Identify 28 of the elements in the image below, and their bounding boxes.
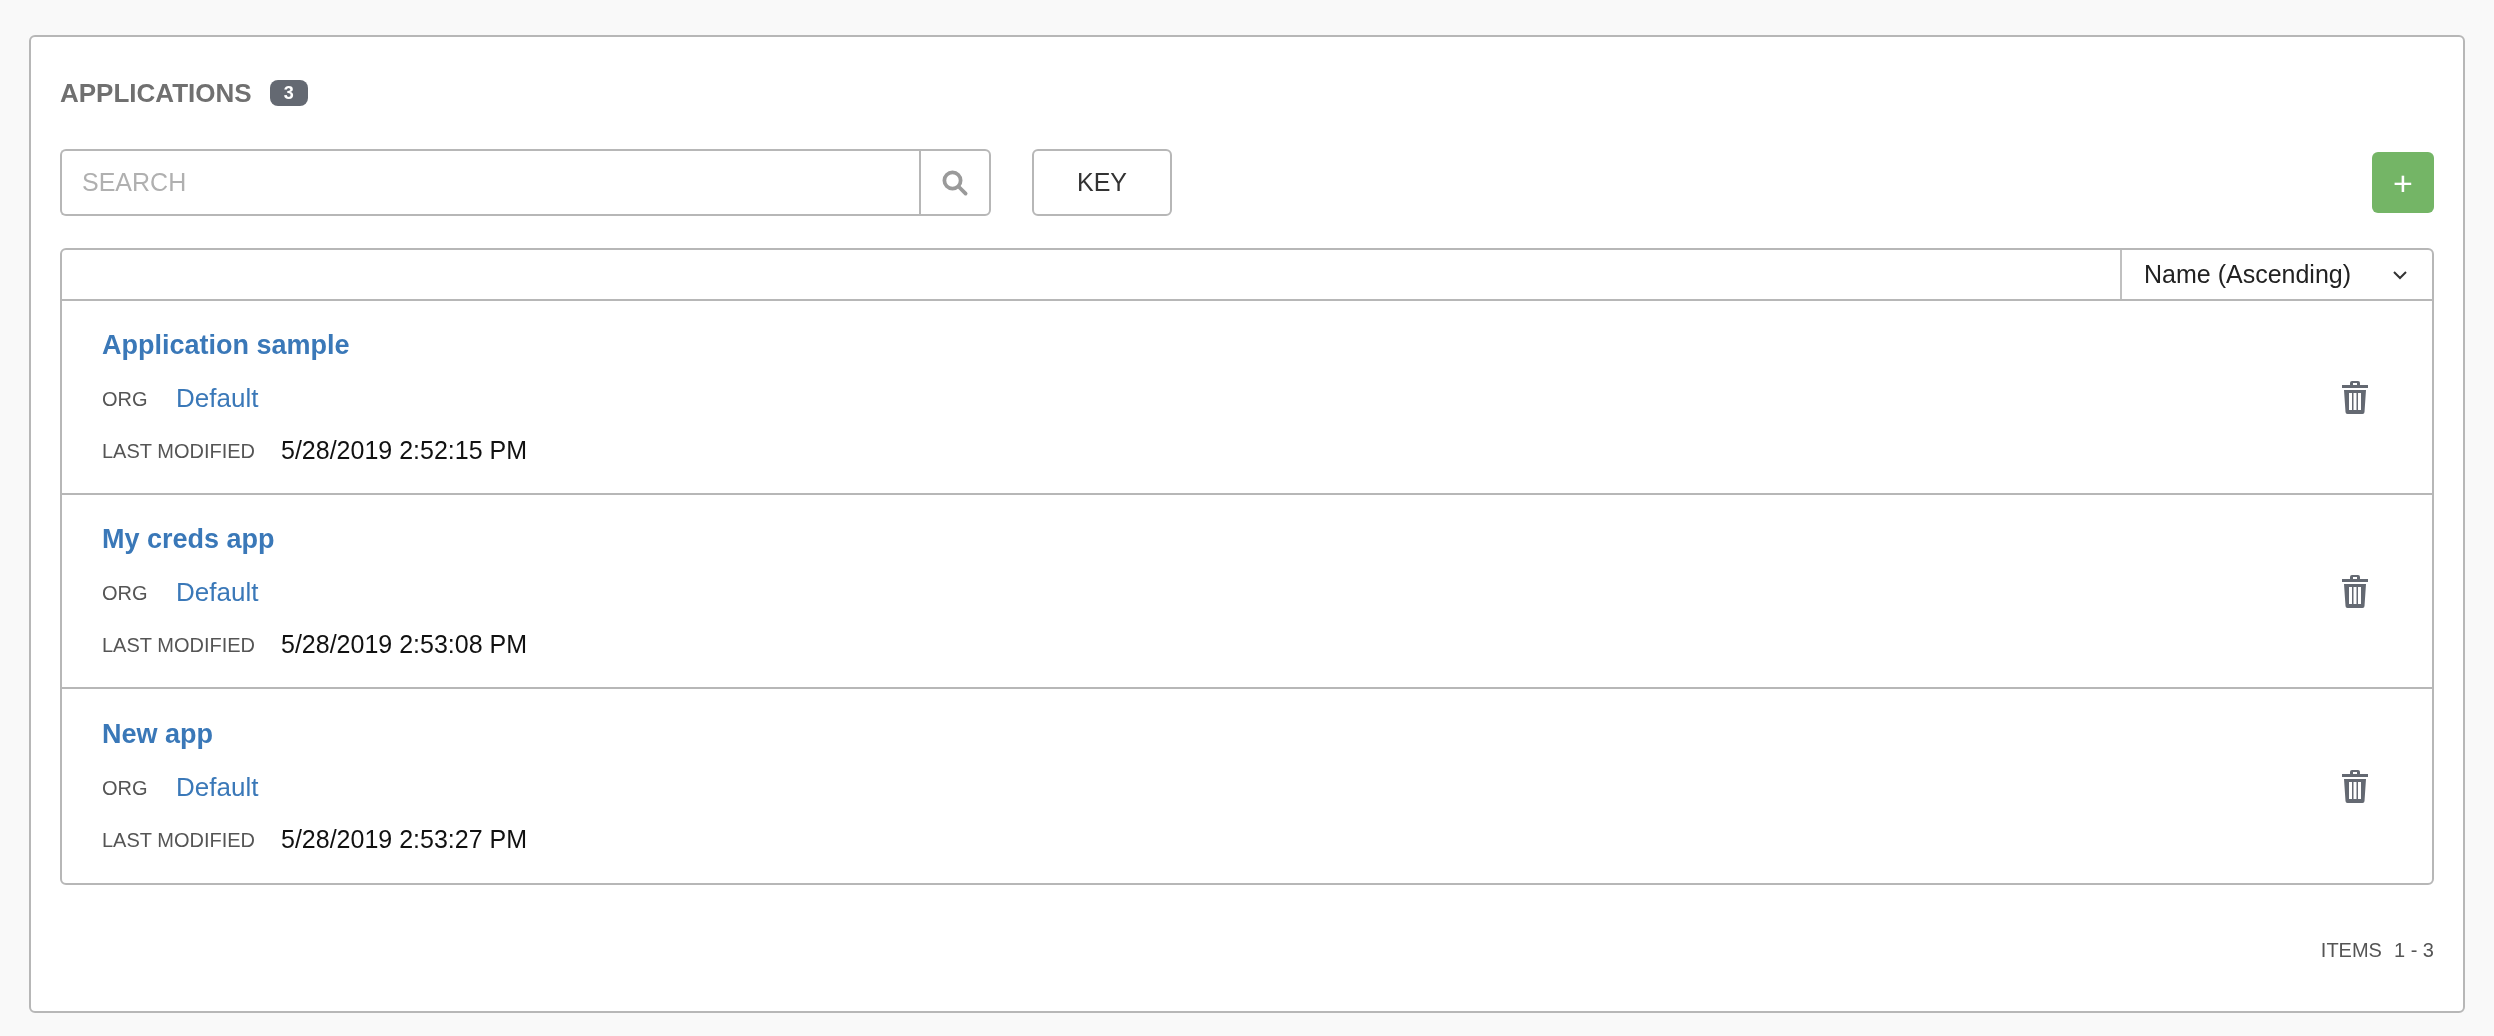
sort-dropdown[interactable]: Name (Ascending)	[2120, 250, 2432, 299]
items-label: ITEMS	[2320, 938, 2382, 963]
chevron-down-icon	[2392, 269, 2408, 280]
application-name-link[interactable]: My creds app	[102, 518, 2338, 559]
org-label: ORG	[102, 580, 149, 606]
key-button[interactable]: KEY	[1032, 149, 1172, 216]
last-modified-label: LAST MODIFIED	[102, 827, 255, 853]
last-modified-value: 5/28/2019 2:53:27 PM	[281, 824, 528, 855]
trash-icon	[2340, 380, 2370, 414]
last-modified-label: LAST MODIFIED	[102, 632, 255, 658]
org-link[interactable]: Default	[176, 379, 259, 418]
items-range: 1 - 3	[2393, 938, 2434, 963]
last-modified-value: 5/28/2019 2:52:15 PM	[281, 435, 528, 466]
trash-icon	[2340, 769, 2370, 803]
application-name-link[interactable]: New app	[102, 713, 2338, 754]
org-link[interactable]: Default	[176, 573, 259, 612]
add-button[interactable]: +	[2372, 152, 2434, 213]
last-modified-label: LAST MODIFIED	[102, 438, 255, 464]
last-modified-value: 5/28/2019 2:53:08 PM	[281, 629, 528, 660]
org-label: ORG	[102, 386, 149, 412]
org-link[interactable]: Default	[176, 768, 259, 807]
application-name-link[interactable]: Application sample	[102, 324, 2338, 365]
panel-title: APPLICATIONS	[60, 76, 252, 110]
search-button[interactable]	[919, 149, 991, 216]
trash-icon	[2340, 574, 2370, 608]
count-badge: 3	[269, 80, 308, 106]
search-field[interactable]: SEARCH	[60, 149, 919, 216]
org-label: ORG	[102, 775, 149, 801]
